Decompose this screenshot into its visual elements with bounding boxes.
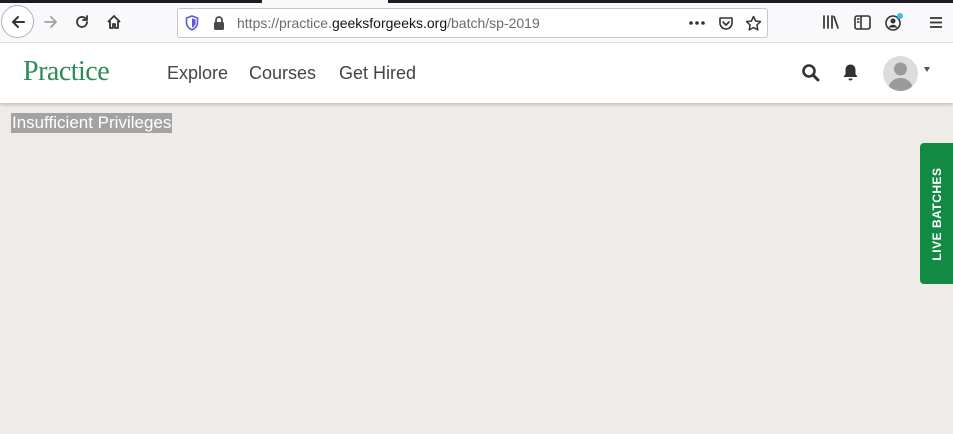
search-icon <box>801 63 819 81</box>
site-header: Practice Explore Courses Get Hired <box>0 43 953 103</box>
url-prefix: https://practice. <box>237 15 332 31</box>
nav-explore[interactable]: Explore <box>167 63 228 84</box>
star-icon <box>745 15 761 31</box>
forward-button[interactable] <box>35 6 67 38</box>
hamburger-icon <box>930 16 942 28</box>
account-button[interactable] <box>878 6 910 38</box>
library-button[interactable] <box>815 6 847 38</box>
nav-get-hired[interactable]: Get Hired <box>339 63 416 84</box>
back-button[interactable] <box>1 5 34 38</box>
home-icon <box>107 15 121 29</box>
url-path: /batch/sp-2019 <box>447 15 540 31</box>
person-icon <box>888 62 913 91</box>
library-icon <box>823 15 839 29</box>
bookmark-button[interactable] <box>743 13 763 33</box>
reload-button[interactable] <box>66 6 98 38</box>
pocket-button[interactable] <box>716 13 736 33</box>
sidebar-button[interactable] <box>846 6 878 38</box>
site-security-icon[interactable] <box>209 13 229 33</box>
shield-icon <box>185 15 199 31</box>
more-dots-icon <box>689 21 705 25</box>
pocket-icon <box>719 17 733 30</box>
url-host: geeksforgeeks.org <box>331 15 448 31</box>
address-bar[interactable]: https://practice.geeksforgeeks.org/batch… <box>177 8 768 38</box>
sidebar-icon <box>853 14 871 30</box>
practice-logo[interactable]: Practice <box>23 56 110 88</box>
url-text[interactable]: https://practice.geeksforgeeks.org/batch… <box>237 15 540 31</box>
menu-button[interactable] <box>920 6 952 38</box>
chevron-down-icon[interactable] <box>924 67 930 72</box>
nav-courses[interactable]: Courses <box>249 63 316 84</box>
forward-arrow-icon <box>44 16 57 28</box>
live-batches-label: LIVE BATCHES <box>929 166 944 261</box>
browser-toolbar: https://practice.geeksforgeeks.org/batch… <box>0 3 953 43</box>
tracking-protection-icon[interactable] <box>182 13 202 33</box>
page-actions-button[interactable] <box>687 13 707 33</box>
error-message: Insufficient Privileges <box>11 113 173 133</box>
bell-icon <box>843 64 857 80</box>
live-batches-tab[interactable]: LIVE BATCHES <box>920 143 953 284</box>
user-avatar[interactable] <box>883 56 918 91</box>
home-button[interactable] <box>98 6 130 38</box>
notifications-button[interactable] <box>839 61 861 83</box>
back-arrow-icon <box>11 15 25 28</box>
search-button[interactable] <box>799 61 821 83</box>
reload-icon <box>76 15 88 28</box>
lock-icon <box>214 16 224 30</box>
account-icon <box>885 13 903 31</box>
